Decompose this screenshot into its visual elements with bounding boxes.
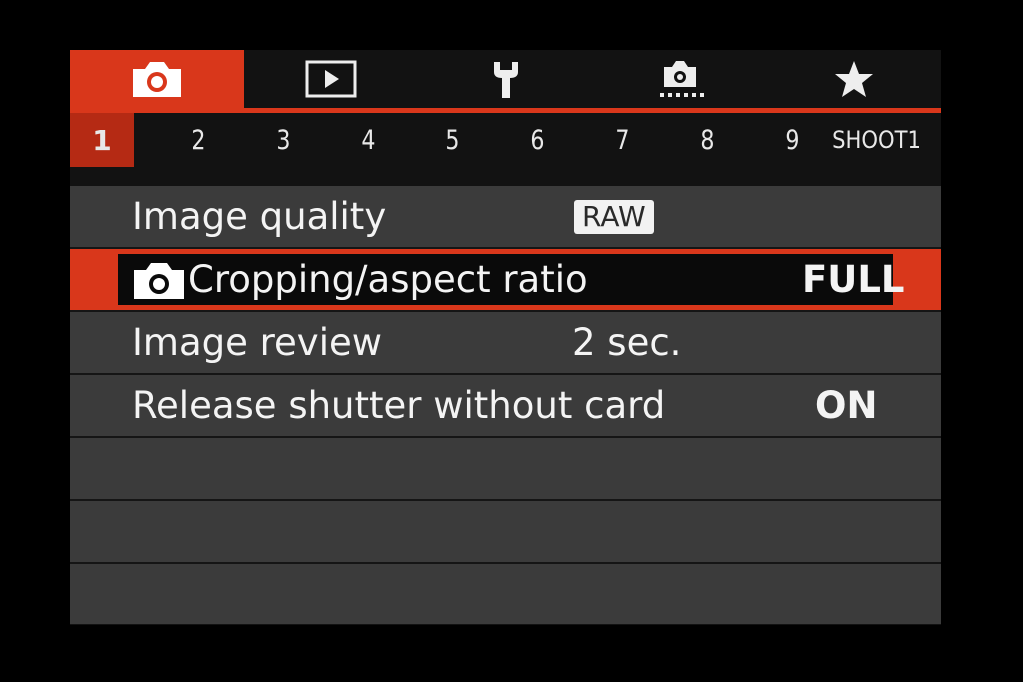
- raw-badge: RAW: [574, 199, 654, 234]
- menu-item-empty: [70, 501, 941, 564]
- tab-setup[interactable]: [418, 50, 592, 108]
- camera-icon: [134, 262, 184, 299]
- menu-item-value: RAW: [574, 186, 654, 247]
- page-tab-9[interactable]: 9: [757, 113, 827, 167]
- menu-tab-bar: [70, 50, 941, 108]
- menu-item-value: FULL: [802, 258, 905, 301]
- camera-menu-screen: 1 2 3 4 5 6 7 8 9 SHOOT1 Image quality R…: [70, 50, 941, 625]
- tab-my-menu[interactable]: [767, 50, 941, 108]
- menu-item-release-shutter-without-card[interactable]: Release shutter without card ON: [70, 375, 941, 438]
- menu-item-label: Image quality: [132, 195, 387, 238]
- page-tab-6[interactable]: 6: [503, 113, 573, 167]
- custom-functions-icon: [659, 61, 704, 97]
- page-tab-2[interactable]: 2: [164, 113, 234, 167]
- menu-item-value: ON: [815, 384, 878, 427]
- page-tab-7[interactable]: 7: [588, 113, 658, 167]
- section-name: SHOOT1: [832, 126, 921, 154]
- page-tab-1[interactable]: 1: [70, 113, 134, 167]
- page-tab-8[interactable]: 8: [672, 113, 742, 167]
- menu-item-label-text: Cropping/aspect ratio: [188, 258, 588, 301]
- menu-item-empty: [70, 564, 941, 624]
- menu-item-image-quality[interactable]: Image quality RAW: [70, 186, 941, 249]
- menu-item-label: Cropping/aspect ratio: [132, 249, 588, 310]
- page-tab-5[interactable]: 5: [418, 113, 488, 167]
- menu-item-label: Image review: [132, 321, 383, 364]
- tab-shooting[interactable]: [70, 50, 245, 108]
- page-tab-4[interactable]: 4: [333, 113, 403, 167]
- page-selector: 1 2 3 4 5 6 7 8 9: [70, 113, 941, 167]
- menu-item-label: Release shutter without card: [132, 384, 666, 427]
- star-icon: [834, 61, 873, 97]
- menu-item-empty: [70, 438, 941, 501]
- page-tab-3[interactable]: 3: [248, 113, 318, 167]
- wrench-icon: [493, 62, 518, 98]
- page-spacer: [134, 113, 156, 167]
- menu-item-image-review[interactable]: Image review 2 sec.: [70, 312, 941, 375]
- playback-icon: [305, 60, 357, 98]
- menu-item-value: 2 sec.: [572, 321, 682, 364]
- menu-list: Image quality RAW Cropping/aspect ratio …: [70, 186, 941, 624]
- tab-custom-functions[interactable]: [593, 50, 767, 108]
- camera-icon: [133, 62, 182, 97]
- menu-item-cropping-aspect-ratio[interactable]: Cropping/aspect ratio FULL: [70, 249, 941, 312]
- tab-playback[interactable]: [244, 50, 418, 108]
